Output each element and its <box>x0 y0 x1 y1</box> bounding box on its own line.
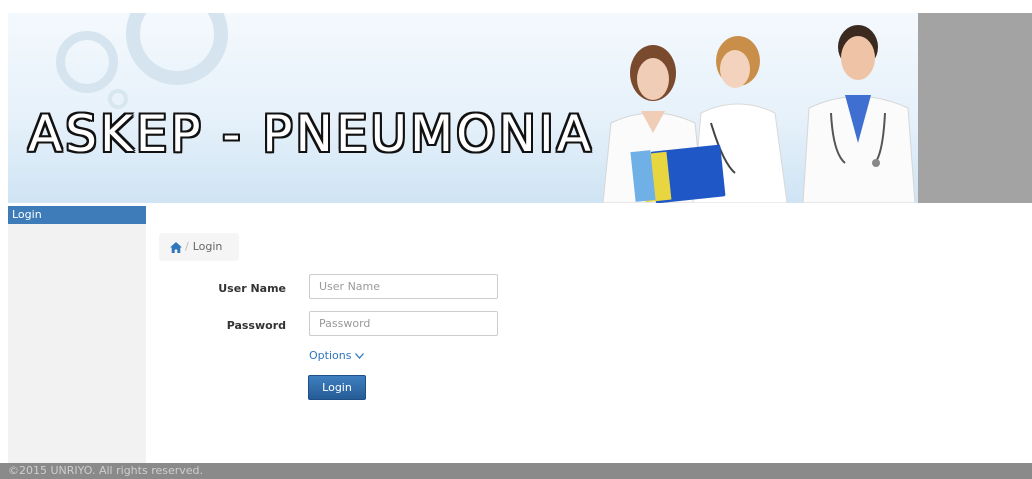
login-button[interactable]: Login <box>308 375 366 400</box>
doctors-illustration <box>602 25 916 203</box>
options-toggle[interactable]: Options <box>309 349 365 362</box>
banner-right-panel <box>918 13 1032 203</box>
decorative-bubble <box>126 13 228 85</box>
breadcrumb: / Login <box>159 233 239 261</box>
sidebar: Login <box>8 206 146 463</box>
options-label: Options <box>309 349 352 362</box>
banner-title: ASKEP - PNEUMONIA <box>28 105 594 163</box>
decorative-bubble <box>56 31 118 93</box>
header-banner: ASKEP - PNEUMONIA <box>8 13 918 203</box>
sidebar-item-login[interactable]: Login <box>8 206 146 224</box>
password-input[interactable] <box>309 311 498 336</box>
username-input[interactable] <box>309 274 498 299</box>
breadcrumb-current: Login <box>192 240 223 253</box>
chevron-down-icon <box>355 352 365 359</box>
username-label: User Name <box>218 282 286 295</box>
breadcrumb-separator: / <box>185 240 189 253</box>
footer: ©2015 UNRIYO. All rights reserved. <box>0 463 1032 479</box>
password-label: Password <box>226 319 286 332</box>
home-icon[interactable] <box>170 241 182 253</box>
